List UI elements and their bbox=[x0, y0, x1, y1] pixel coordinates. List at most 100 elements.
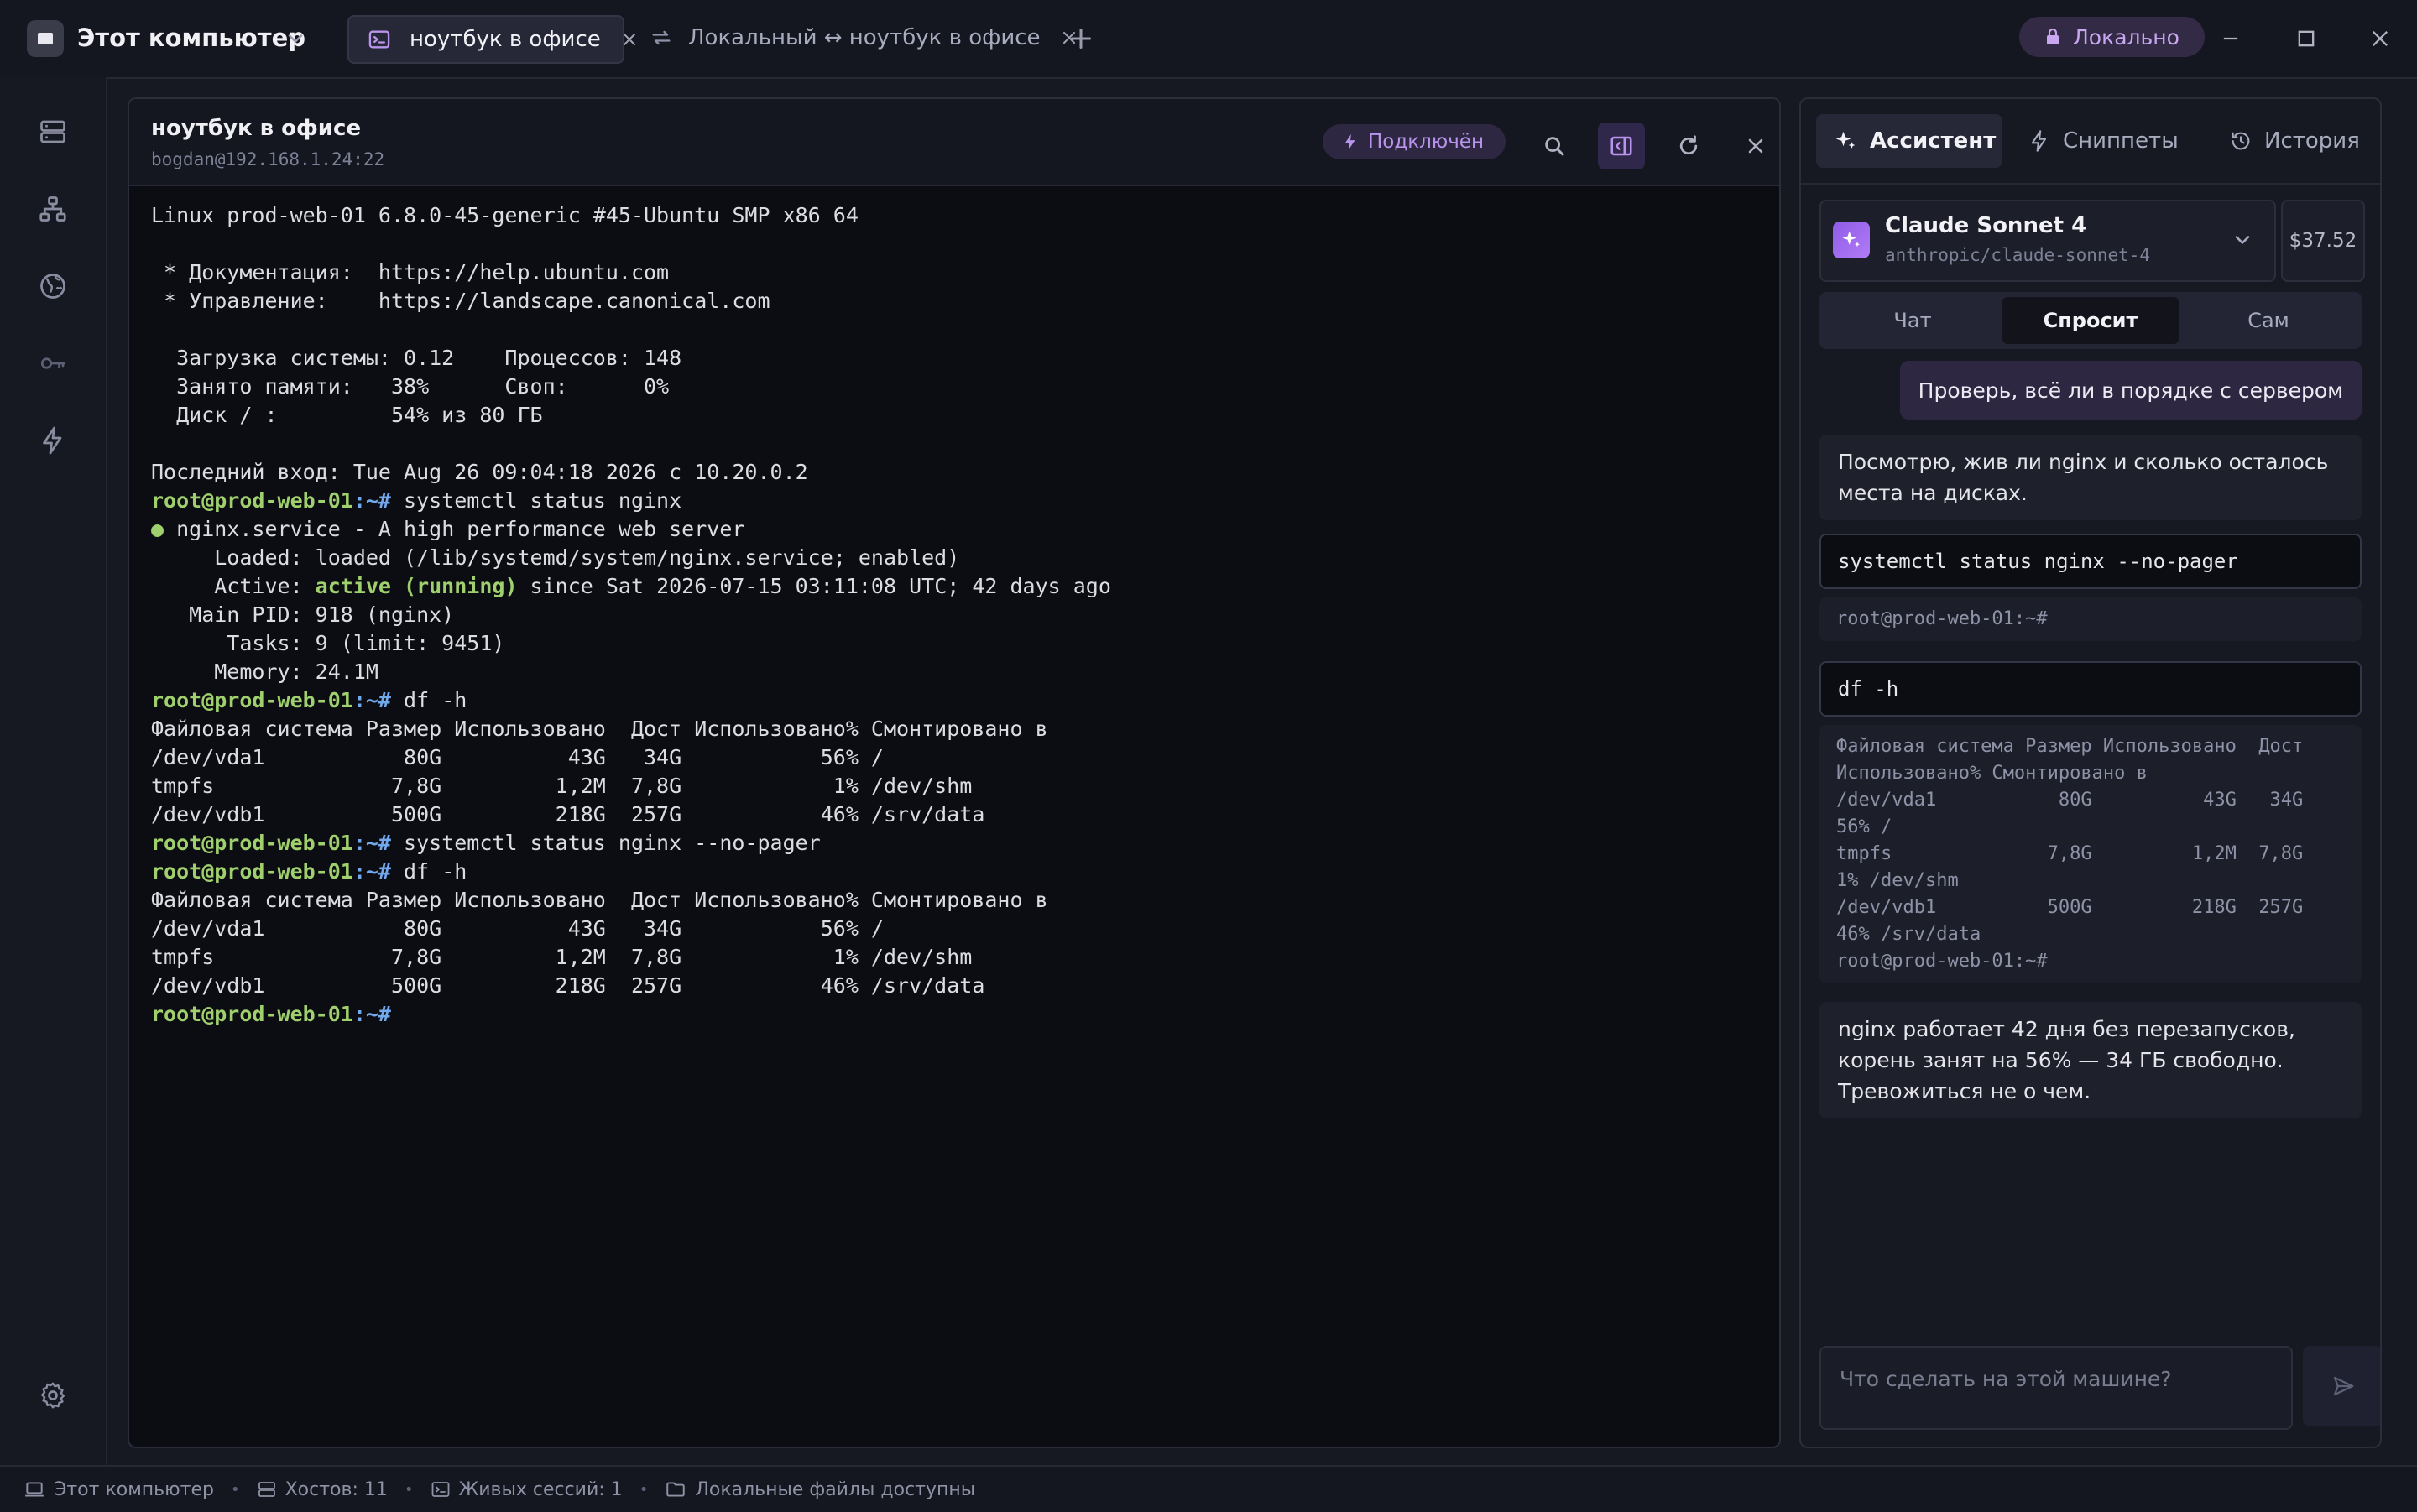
status-sessions: Живых сессий: 1 bbox=[431, 1479, 623, 1500]
terminal-line: /dev/vdb1 500G 218G 257G 46% /srv/data bbox=[151, 802, 985, 826]
search-icon bbox=[1545, 137, 1564, 156]
key-icon[interactable] bbox=[34, 344, 72, 383]
minimize-icon[interactable] bbox=[2219, 27, 2242, 50]
host-selector[interactable]: Этот компьютер bbox=[77, 23, 305, 52]
tab-snippets-label: Сниппеты bbox=[2063, 128, 2179, 154]
assistant-message: Посмотрю, жив ли nginx и сколько осталос… bbox=[1819, 435, 2362, 520]
terminal-line: /dev/vda1 80G 43G 34G 56% / bbox=[151, 916, 884, 941]
tab-assistant[interactable]: Ассистент bbox=[1816, 114, 2002, 168]
close-tab-icon[interactable] bbox=[619, 29, 639, 50]
terminal-output[interactable]: Linux prod-web-01 6.8.0-45-generic #45-U… bbox=[151, 201, 1762, 1426]
folder-icon bbox=[665, 1478, 686, 1500]
close-icon bbox=[1748, 138, 1763, 154]
command-text: systemctl status nginx --no-pager bbox=[390, 831, 821, 855]
prompt-path: :~# bbox=[352, 859, 391, 884]
terminal-line: Active: bbox=[151, 574, 316, 598]
locality-badge[interactable]: Локально bbox=[2019, 17, 2205, 57]
computer-icon[interactable] bbox=[27, 20, 64, 57]
status-files: Локальные файлы доступны bbox=[665, 1478, 975, 1500]
session-address: bogdan@192.168.1.24:22 bbox=[151, 149, 385, 169]
tab-office-laptop[interactable]: ноутбук в офисе bbox=[347, 15, 635, 64]
model-id: anthropic/claude-sonnet-4 bbox=[1885, 245, 2151, 265]
prompt-input[interactable] bbox=[1838, 1364, 2278, 1393]
chevron-down-icon bbox=[2231, 228, 2254, 252]
terminal-line: Файловая система Размер Использовано Дос… bbox=[151, 717, 1048, 741]
terminal-line: Последний вход: Tue Aug 26 09:04:18 2026… bbox=[151, 460, 808, 484]
terminal-line: Loaded: loaded (/lib/systemd/system/ngin… bbox=[151, 545, 960, 570]
divider bbox=[1801, 183, 2380, 185]
separator-dot: • bbox=[230, 1480, 240, 1499]
globe-icon[interactable] bbox=[34, 267, 72, 305]
locality-label: Локально bbox=[2073, 24, 2179, 50]
command-text: systemctl status nginx bbox=[390, 488, 682, 513]
search-button[interactable] bbox=[1531, 123, 1578, 169]
command-block[interactable]: systemctl status nginx --no-pager bbox=[1819, 534, 2362, 589]
hosts-icon[interactable] bbox=[34, 112, 72, 151]
reconnect-button[interactable] bbox=[1665, 123, 1712, 169]
tab-history[interactable]: История bbox=[2229, 114, 2360, 168]
status-computer-label: Этот компьютер bbox=[54, 1478, 214, 1500]
status-hosts-label: Хостов: 11 bbox=[285, 1478, 388, 1500]
terminal-line: since Sat 2026-07-15 03:11:08 UTC; 42 da… bbox=[517, 574, 1111, 598]
tab-transfer[interactable]: Локальный ↔ ноутбук в офисе bbox=[638, 15, 1075, 60]
terminal-line: tmpfs 7,8G 1,2M 7,8G 1% /dev/shm bbox=[151, 945, 973, 969]
terminal-header: ноутбук в офисе bogdan@192.168.1.24:22 П… bbox=[129, 99, 1779, 186]
terminal-line: Main PID: 918 (nginx) bbox=[151, 602, 455, 627]
bolt-icon bbox=[1341, 133, 1360, 151]
assistant-message: nginx работает 42 дня без перезапусков, … bbox=[1819, 1002, 2362, 1118]
toggle-sidebar-button[interactable] bbox=[1598, 123, 1645, 169]
prompt-input-box[interactable] bbox=[1819, 1346, 2293, 1430]
lock-icon bbox=[2043, 27, 2063, 47]
separator-dot: • bbox=[639, 1480, 649, 1499]
network-topology-icon[interactable] bbox=[34, 190, 72, 228]
hosts-icon bbox=[257, 1479, 277, 1499]
close-session-button[interactable] bbox=[1732, 123, 1779, 169]
command-text: df -h bbox=[390, 859, 467, 884]
command-output: Файловая система Размер Использовано Дос… bbox=[1819, 725, 2362, 983]
status-sessions-label: Живых сессий: 1 bbox=[458, 1478, 623, 1500]
maximize-icon[interactable] bbox=[2294, 27, 2318, 50]
tab-assistant-label: Ассистент bbox=[1870, 128, 1997, 154]
terminal-line: Занято памяти: 38% Своп: 0% bbox=[151, 374, 670, 399]
send-button[interactable] bbox=[2303, 1346, 2380, 1426]
terminal-line: Tasks: 9 (limit: 9451) bbox=[151, 631, 505, 655]
terminal-line: Загрузка системы: 0.12 Процессов: 148 bbox=[151, 346, 682, 370]
laptop-icon bbox=[23, 1478, 45, 1500]
chevron-down-icon[interactable] bbox=[284, 27, 307, 50]
sidebar-panel-icon bbox=[1610, 136, 1632, 156]
title-bar: Этот компьютер ноутбук в офисе Локальный… bbox=[0, 0, 2417, 79]
command-block[interactable]: df -h bbox=[1819, 661, 2362, 717]
mode-switch: Чат Спросит Сам bbox=[1819, 292, 2362, 349]
mode-auto[interactable]: Сам bbox=[2180, 297, 2357, 344]
terminal-panel: ноутбук в офисе bogdan@192.168.1.24:22 П… bbox=[128, 97, 1781, 1448]
close-window-icon[interactable] bbox=[2368, 27, 2392, 50]
prompt-path: :~# bbox=[352, 488, 391, 513]
prompt-user: root@prod-web-01 bbox=[151, 831, 353, 855]
terminal-line: Диск / : 54% из 80 ГБ bbox=[151, 403, 543, 427]
terminal-icon bbox=[431, 1479, 451, 1499]
user-message: Проверь, всё ли в порядке с сервером bbox=[1899, 361, 2362, 420]
connection-status-badge: Подключён bbox=[1323, 124, 1506, 159]
new-tab-icon[interactable] bbox=[1066, 23, 1096, 54]
prompt-user: root@prod-web-01 bbox=[151, 688, 353, 712]
prompt-user: root@prod-web-01 bbox=[151, 488, 353, 513]
separator-dot: • bbox=[404, 1480, 414, 1499]
sparkle-icon bbox=[1833, 128, 1858, 154]
mode-ask[interactable]: Спросит bbox=[2002, 297, 2179, 344]
status-files-label: Локальные файлы доступны bbox=[695, 1478, 976, 1500]
bolt-icon[interactable] bbox=[34, 421, 72, 460]
settings-gear-icon[interactable] bbox=[34, 1376, 72, 1415]
active-status: active (running) bbox=[315, 574, 518, 598]
refresh-icon bbox=[1679, 135, 1698, 155]
status-dot: ● bbox=[151, 517, 164, 541]
tab-snippets[interactable]: Сниппеты bbox=[2028, 114, 2179, 168]
bolt-icon bbox=[2028, 129, 2051, 153]
mode-chat[interactable]: Чат bbox=[1824, 297, 2001, 344]
prompt-user: root@prod-web-01 bbox=[151, 1002, 353, 1026]
model-sparkle-icon bbox=[1833, 222, 1870, 258]
model-selector[interactable]: Claude Sonnet 4 anthropic/claude-sonnet-… bbox=[1819, 200, 2276, 282]
prompt-path: :~# bbox=[352, 831, 391, 855]
prompt-path: :~# bbox=[352, 688, 391, 712]
left-rail bbox=[0, 77, 107, 1465]
history-icon bbox=[2229, 129, 2253, 153]
